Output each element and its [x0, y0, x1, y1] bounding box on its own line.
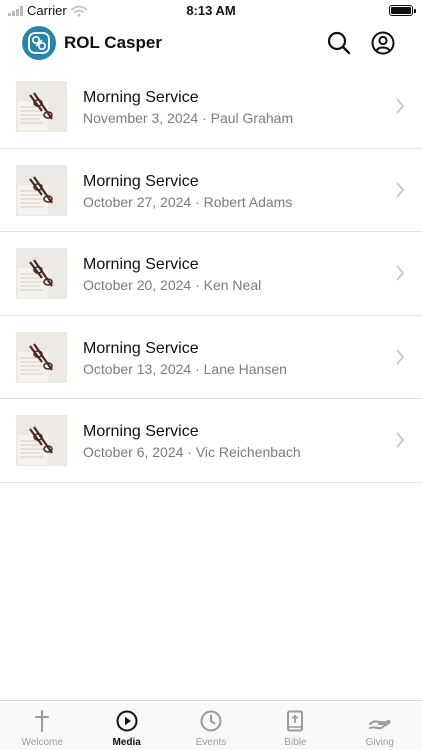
giving-hand-icon — [368, 719, 391, 730]
app-logo-icon — [22, 26, 56, 60]
sermon-thumbnail — [16, 164, 67, 216]
item-title: Morning Service — [83, 256, 199, 273]
tab-events[interactable]: Events — [169, 701, 253, 750]
sermon-thumbnail — [16, 331, 67, 383]
chevron-right-icon — [396, 348, 405, 365]
sermon-thumbnail — [16, 248, 67, 299]
battery-icon — [389, 5, 416, 16]
chevron-right-icon — [396, 98, 405, 114]
search-button[interactable] — [326, 30, 352, 56]
tab-bar: Welcome Media Events Bible Giving — [0, 700, 422, 750]
chevron-right-icon — [396, 181, 405, 198]
item-subtitle: October 13, 2024 · Lane Hansen — [83, 360, 287, 377]
list-item[interactable]: Morning Service October 20, 2024 · Ken N… — [0, 232, 422, 316]
tab-media[interactable]: Media — [84, 701, 168, 750]
tab-welcome[interactable]: Welcome — [0, 701, 84, 750]
status-time: 8:13 AM — [186, 3, 236, 18]
bible-icon — [287, 710, 304, 732]
clock-icon — [200, 710, 222, 732]
list-item[interactable]: Morning Service October 13, 2024 · Lane … — [0, 316, 422, 399]
item-title: Morning Service — [83, 423, 199, 440]
search-icon — [327, 31, 351, 55]
tab-label: Bible — [284, 737, 307, 748]
chevron-right-icon — [396, 432, 405, 448]
cross-icon — [35, 710, 50, 732]
tab-bible[interactable]: Bible — [253, 701, 337, 750]
item-subtitle: October 6, 2024 · Vic Reichenbach — [83, 444, 301, 460]
app-header: ROL Casper — [0, 24, 422, 64]
list-item[interactable]: Morning Service October 27, 2024 · Rober… — [0, 149, 422, 232]
tab-label: Media — [112, 737, 141, 748]
list-item[interactable]: Morning Service November 3, 2024 · Paul … — [0, 65, 422, 149]
tab-label: Giving — [365, 737, 394, 748]
media-list: Morning Service November 3, 2024 · Paul … — [0, 65, 422, 483]
item-title: Morning Service — [83, 339, 199, 357]
tab-label: Events — [195, 737, 227, 748]
profile-button[interactable] — [370, 30, 396, 56]
play-icon — [116, 710, 138, 732]
profile-icon — [371, 31, 395, 55]
sermon-thumbnail — [16, 415, 67, 466]
chevron-right-icon — [396, 265, 405, 281]
item-title: Morning Service — [83, 172, 199, 190]
status-bar: Carrier 8:13 AM — [0, 0, 422, 22]
item-subtitle: October 20, 2024 · Ken Neal — [83, 277, 262, 293]
sermon-thumbnail — [16, 81, 67, 132]
item-title: Morning Service — [83, 89, 199, 106]
tab-giving[interactable]: Giving — [338, 701, 422, 750]
app-title: ROL Casper — [64, 33, 162, 52]
tab-label: Welcome — [21, 737, 63, 748]
item-subtitle: October 27, 2024 · Robert Adams — [83, 193, 293, 210]
list-item[interactable]: Morning Service October 6, 2024 · Vic Re… — [0, 399, 422, 483]
item-subtitle: November 3, 2024 · Paul Graham — [83, 110, 294, 126]
